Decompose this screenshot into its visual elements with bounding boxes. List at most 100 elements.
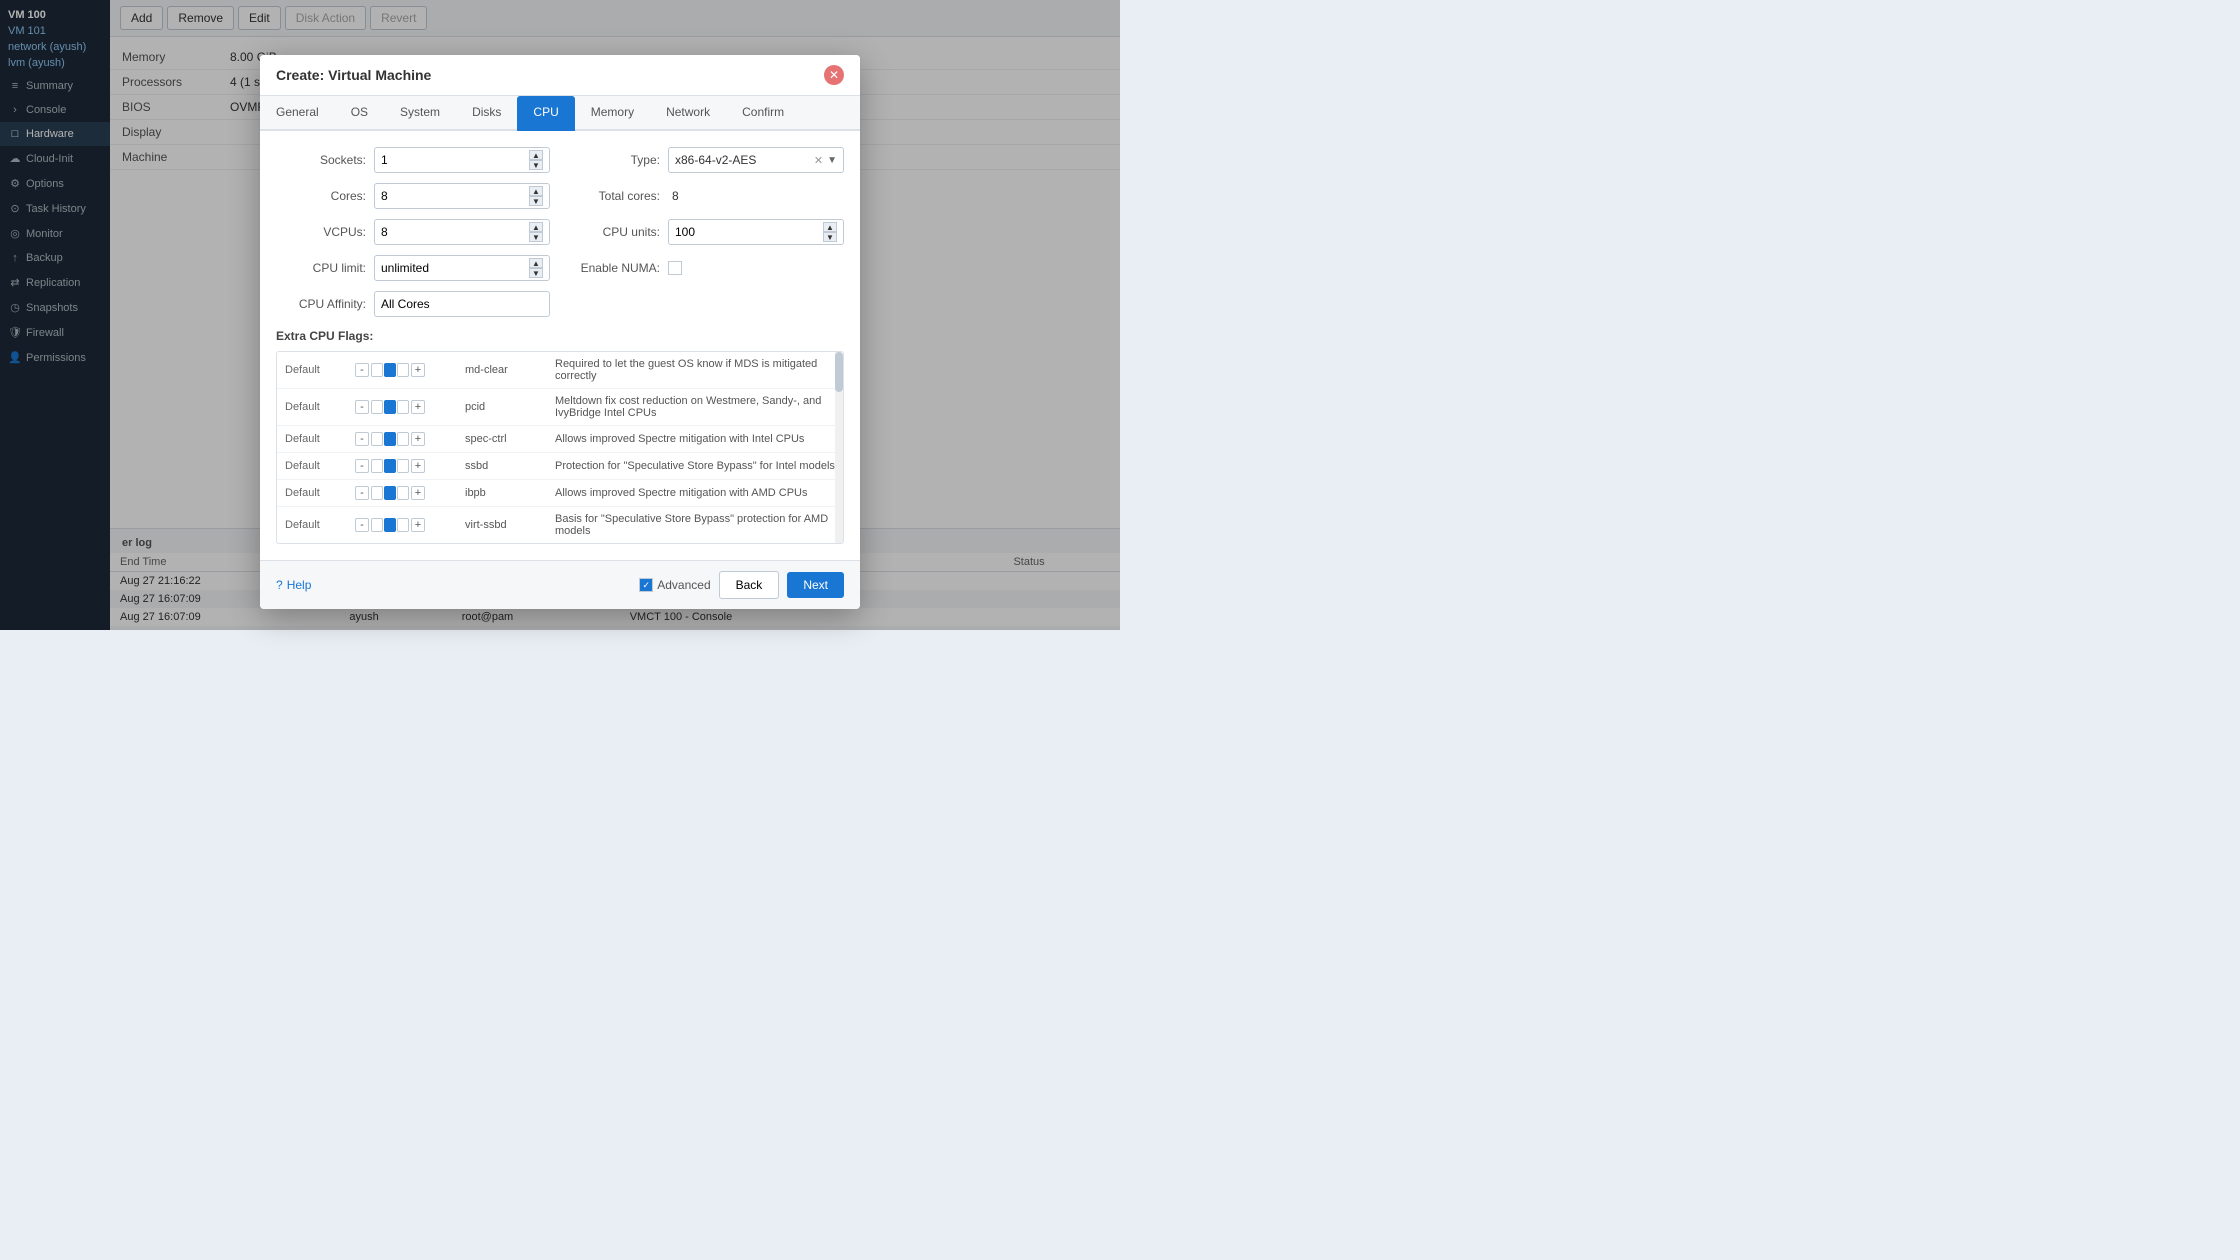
flag-toggle-1[interactable]: - + [347, 389, 457, 426]
flag-r1-5[interactable] [371, 518, 383, 532]
flag-radio-0 [371, 363, 409, 377]
type-dropdown-icon[interactable]: ▼ [827, 155, 837, 166]
flag-r1-3[interactable] [371, 459, 383, 473]
flag-r3-1[interactable] [397, 400, 409, 414]
advanced-text: Advanced [657, 578, 710, 592]
cpu-units-input[interactable] [675, 225, 823, 239]
flag-plus-5[interactable]: + [411, 518, 425, 532]
flag-r1-0[interactable] [371, 363, 383, 377]
flag-plus-1[interactable]: + [411, 400, 425, 414]
sockets-down[interactable]: ▼ [529, 160, 543, 170]
tab-confirm[interactable]: Confirm [726, 96, 800, 131]
flag-name-5: virt-ssbd [457, 507, 547, 544]
flag-toggle-5[interactable]: - + [347, 507, 457, 544]
cores-spinner: ▲ ▼ [529, 186, 543, 206]
advanced-checkbox[interactable]: ✓ [639, 578, 653, 592]
flag-toggle-4[interactable]: - + [347, 480, 457, 507]
flag-minus-0[interactable]: - [355, 363, 369, 377]
tab-disks[interactable]: Disks [456, 96, 517, 131]
tab-general[interactable]: General [260, 96, 335, 131]
advanced-label: ✓ Advanced [639, 578, 710, 592]
flag-r1-2[interactable] [371, 432, 383, 446]
tab-network[interactable]: Network [650, 96, 726, 131]
toggle-group-2: - + [355, 432, 449, 446]
flag-minus-2[interactable]: - [355, 432, 369, 446]
flag-toggle-0[interactable]: - + [347, 352, 457, 389]
cpu-affinity-control[interactable] [374, 291, 550, 317]
flag-plus-4[interactable]: + [411, 486, 425, 500]
flag-toggle-2[interactable]: - + [347, 426, 457, 453]
sockets-control[interactable]: ▲ ▼ [374, 147, 550, 173]
cpu-limit-up[interactable]: ▲ [529, 258, 543, 268]
back-button[interactable]: Back [719, 571, 780, 599]
cpu-units-down[interactable]: ▼ [823, 232, 837, 242]
flag-desc-1: Meltdown fix cost reduction on Westmere,… [547, 389, 843, 426]
flag-row-0: Default - + [277, 352, 843, 389]
cpu-limit-control[interactable]: ▲ ▼ [374, 255, 550, 281]
flag-plus-2[interactable]: + [411, 432, 425, 446]
tab-os[interactable]: OS [335, 96, 384, 131]
flags-scroll[interactable]: Default - + [277, 352, 843, 543]
flag-r3-3[interactable] [397, 459, 409, 473]
flag-state-2: Default [277, 426, 347, 453]
sockets-up[interactable]: ▲ [529, 150, 543, 160]
sockets-input[interactable] [381, 153, 529, 167]
cpu-units-up[interactable]: ▲ [823, 222, 837, 232]
numa-checkbox[interactable] [668, 261, 682, 275]
flag-minus-5[interactable]: - [355, 518, 369, 532]
cores-control[interactable]: ▲ ▼ [374, 183, 550, 209]
total-cores-value: 8 [668, 189, 844, 203]
flag-row-3: Default - + [277, 453, 843, 480]
cpu-units-control[interactable]: ▲ ▼ [668, 219, 844, 245]
flag-r1-1[interactable] [371, 400, 383, 414]
cpu-limit-field: CPU limit: ▲ ▼ [276, 255, 550, 281]
footer-right: ✓ Advanced Back Next [639, 571, 844, 599]
flag-r3-0[interactable] [397, 363, 409, 377]
flag-r2-0[interactable] [384, 363, 396, 377]
type-control[interactable]: x86-64-v2-AES ✕ ▼ [668, 147, 844, 173]
flag-radio-3 [371, 459, 409, 473]
tab-memory[interactable]: Memory [575, 96, 650, 131]
flag-r2-5[interactable] [384, 518, 396, 532]
tab-system[interactable]: System [384, 96, 456, 131]
scroll-thumb[interactable] [835, 352, 843, 392]
flag-toggle-3[interactable]: - + [347, 453, 457, 480]
dialog-tabs: General OS System Disks CPU Memory Netwo… [260, 96, 860, 131]
flag-r1-4[interactable] [371, 486, 383, 500]
cores-down[interactable]: ▼ [529, 196, 543, 206]
flag-r3-4[interactable] [397, 486, 409, 500]
flags-container: Default - + [276, 351, 844, 544]
flag-minus-1[interactable]: - [355, 400, 369, 414]
flag-state-5: Default [277, 507, 347, 544]
flag-state-3: Default [277, 453, 347, 480]
flag-minus-3[interactable]: - [355, 459, 369, 473]
flag-r2-4[interactable] [384, 486, 396, 500]
vcpus-control[interactable]: ▲ ▼ [374, 219, 550, 245]
cpu-limit-input[interactable] [381, 261, 529, 275]
flag-r3-5[interactable] [397, 518, 409, 532]
vcpus-input[interactable] [381, 225, 529, 239]
flag-name-1: pcid [457, 389, 547, 426]
cpu-limit-down[interactable]: ▼ [529, 268, 543, 278]
flag-r2-2[interactable] [384, 432, 396, 446]
tab-cpu[interactable]: CPU [517, 96, 574, 131]
next-button[interactable]: Next [787, 572, 844, 598]
vcpus-label: VCPUs: [276, 225, 366, 239]
cores-input[interactable] [381, 189, 529, 203]
cores-up[interactable]: ▲ [529, 186, 543, 196]
type-clear-button[interactable]: ✕ [814, 154, 823, 167]
flag-r2-3[interactable] [384, 459, 396, 473]
flag-r2-1[interactable] [384, 400, 396, 414]
vcpus-down[interactable]: ▼ [529, 232, 543, 242]
dialog-close-button[interactable]: ✕ [824, 65, 844, 85]
cpu-units-spinner: ▲ ▼ [823, 222, 837, 242]
flag-plus-3[interactable]: + [411, 459, 425, 473]
cpu-affinity-input[interactable] [381, 297, 543, 311]
vcpus-up[interactable]: ▲ [529, 222, 543, 232]
flag-plus-0[interactable]: + [411, 363, 425, 377]
cores-field: Cores: ▲ ▼ [276, 183, 550, 209]
flag-state-4: Default [277, 480, 347, 507]
help-button[interactable]: ? Help [276, 578, 311, 592]
flag-r3-2[interactable] [397, 432, 409, 446]
flag-minus-4[interactable]: - [355, 486, 369, 500]
